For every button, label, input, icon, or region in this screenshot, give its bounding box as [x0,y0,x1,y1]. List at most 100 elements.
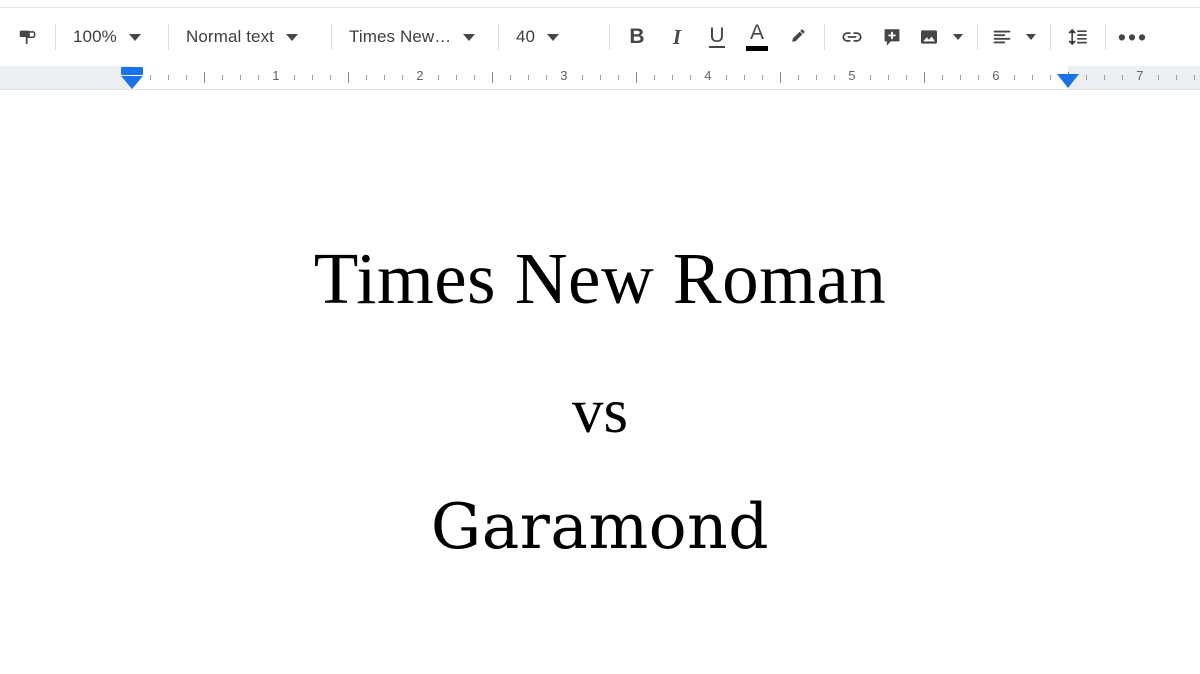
toolbar-divider [498,24,499,50]
bold-icon: B [629,25,645,48]
font-size-value: 40 [516,27,536,46]
ruler-tick [672,75,673,80]
ruler-tick [690,75,691,80]
document-ruler[interactable]: 1 2 3 4 5 6 7 [0,66,1200,90]
ruler-tick [528,75,529,80]
ruler-right-margin-zone [1068,66,1200,90]
ruler-tick [330,75,331,80]
ruler-tick [258,75,259,80]
highlighter-pen-icon [792,29,805,42]
link-icon [842,32,862,42]
ruler-tick [960,75,961,80]
add-comment-button[interactable] [872,17,912,57]
ruler-half-tick [348,72,349,83]
font-family-selector[interactable]: Times New… [339,17,491,57]
ruler-tick [402,75,403,80]
underline-button[interactable]: U [697,17,737,57]
ruler-tick [942,75,943,80]
toolbar-divider [977,24,978,50]
bold-button[interactable]: B [617,17,657,57]
ruler-tick [474,75,475,80]
document-page[interactable]: Times New Roman vs Garamond [0,90,1200,674]
ruler-number: 6 [992,68,1000,83]
comment-plus-icon [884,29,900,46]
ruler-tick [726,75,727,80]
zoom-selector[interactable]: 100% [63,17,161,57]
italic-button[interactable]: I [657,17,697,57]
chevron-down-icon [1026,34,1036,40]
align-button[interactable] [985,17,1019,57]
ruler-tick [834,75,835,80]
document-line[interactable]: vs [132,374,1068,448]
ruler-tick [762,75,763,80]
first-line-indent-handle[interactable] [121,67,143,75]
ruler-tick [546,75,547,80]
toolbar-divider [55,24,56,50]
ruler-tick [600,75,601,80]
right-margin-marker[interactable] [1057,74,1079,90]
right-indent-handle[interactable] [1057,74,1079,88]
ruler-tick [1158,75,1159,80]
paragraph-style-selector[interactable]: Normal text [176,17,324,57]
zoom-value: 100% [73,27,117,46]
left-indent-marker[interactable] [121,66,143,90]
italic-icon: I [672,24,682,49]
insert-link-button[interactable] [832,17,872,57]
document-line[interactable]: Garamond [132,490,1068,564]
toolbar-divider [1050,24,1051,50]
toolbar-divider [1105,24,1106,50]
ruler-number: 2 [416,68,424,83]
ruler-tick [1032,75,1033,80]
ruler-number: 3 [560,68,568,83]
image-icon [921,30,937,44]
ruler-tick [1014,75,1015,80]
ruler-tick [744,75,745,80]
chevron-down-icon [463,33,476,41]
document-line[interactable]: Times New Roman [132,236,1068,322]
insert-image-button[interactable] [912,17,946,57]
ruler-tick [150,75,151,80]
underline-icon: U [709,23,725,49]
ruler-number: 1 [272,68,280,83]
text-color-icon: A [746,22,768,51]
align-dropdown[interactable] [1019,17,1043,57]
docs-editor-window: 100% Normal text Times New… 40 B I U A •… [0,0,1200,674]
ruler-tick [906,75,907,80]
ruler-tick [222,75,223,80]
ruler-tick [582,75,583,80]
document-body[interactable]: Times New Roman vs Garamond [132,90,1068,565]
ruler-number: 7 [1136,68,1144,83]
left-indent-handle[interactable] [121,76,143,89]
ruler-tick [186,75,187,80]
ruler-tick [384,75,385,80]
more-options-button[interactable]: ••• [1113,17,1153,57]
insert-image-dropdown[interactable] [946,17,970,57]
ruler-tick [1122,75,1123,80]
ruler-half-tick [636,72,637,83]
ruler-number: 5 [848,68,856,83]
ruler-tick [888,75,889,80]
formatting-toolbar: 100% Normal text Times New… 40 B I U A •… [0,8,1200,66]
ruler-tick [312,75,313,80]
toolbar-divider [824,24,825,50]
chevron-down-icon [128,33,141,41]
ruler-number: 4 [704,68,712,83]
toolbar-divider [609,24,610,50]
ruler-left-margin-zone [0,66,132,90]
ruler-tick [510,75,511,80]
text-color-button[interactable]: A [737,17,777,57]
highlight-color-button[interactable] [777,17,817,57]
ruler-tick [366,75,367,80]
toolbar-divider [168,24,169,50]
paint-roller-icon [19,30,36,44]
font-size-selector[interactable]: 40 [506,17,602,57]
paragraph-style-value: Normal text [186,27,275,46]
ruler-tick [870,75,871,80]
line-spacing-icon [1068,28,1087,46]
ruler-tick [618,75,619,80]
ruler-tick [438,75,439,80]
paint-format-button[interactable] [8,17,48,57]
line-spacing-button[interactable] [1058,17,1098,57]
ruler-tick [456,75,457,80]
ruler-tick [1194,75,1195,80]
